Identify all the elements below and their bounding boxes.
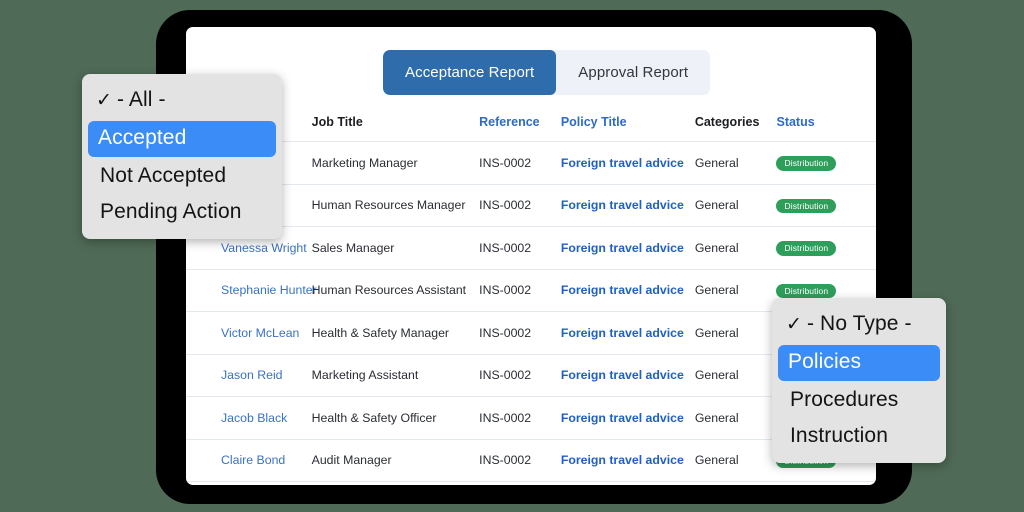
- cell-job-title: Sales Manager: [312, 227, 480, 270]
- cell-job-title: Human Resources Assistant: [312, 269, 480, 312]
- table-row: Connor ChapmanHuman Resources AssistantI…: [186, 482, 876, 486]
- cell-reference: INS-0002: [479, 184, 561, 227]
- cell-reference: INS-0002: [479, 269, 561, 312]
- column-header-policy-title[interactable]: Policy Title: [561, 109, 695, 142]
- policy-title-link[interactable]: Foreign travel advice: [561, 411, 684, 425]
- policy-title-link[interactable]: Foreign travel advice: [561, 241, 684, 255]
- cell-policy-title: Foreign travel advice: [561, 439, 695, 482]
- status-badge: Distribution: [776, 241, 836, 256]
- cell-job-title: Marketing Assistant: [312, 354, 480, 397]
- table-row: Vanessa Wright Sales ManagerINS-0002Forei…: [186, 227, 876, 270]
- cell-reference: INS-0002: [479, 354, 561, 397]
- employee-name-link[interactable]: Claire Bond: [221, 453, 285, 467]
- cell-status: Distribution: [776, 227, 876, 270]
- column-header-categories: Categories: [695, 109, 777, 142]
- cell-policy-title: Foreign travel advice: [561, 482, 695, 486]
- type-menu-item[interactable]: Procedures: [772, 383, 946, 419]
- cell-category: General: [695, 397, 777, 440]
- screenshot-stage: Acceptance Report Approval Report Name J…: [0, 0, 1024, 512]
- cell-job-title: Human Resources Assistant: [312, 482, 480, 486]
- status-menu-item-label: Pending Action: [100, 200, 242, 223]
- cell-category: General: [695, 269, 777, 312]
- employee-name-link[interactable]: Victor McLean: [221, 326, 299, 340]
- status-badge: Distribution: [776, 284, 836, 299]
- cell-reference: INS-0002: [479, 397, 561, 440]
- cell-name: Jacob Black: [186, 397, 312, 440]
- cell-name: Jason Reid: [186, 354, 312, 397]
- cell-job-title: Audit Manager: [312, 439, 480, 482]
- status-menu-item-label: Not Accepted: [100, 164, 226, 187]
- type-menu-item[interactable]: ✓- No Type -: [772, 307, 946, 343]
- policy-title-link[interactable]: Foreign travel advice: [561, 453, 684, 467]
- table-header-row: Name Job Title Reference Policy Title Ca…: [186, 109, 876, 142]
- cell-category: General: [695, 227, 777, 270]
- table-head: Name Job Title Reference Policy Title Ca…: [186, 109, 876, 142]
- cell-reference: INS-0002: [479, 142, 561, 185]
- employee-name-link[interactable]: Vanessa Wright: [221, 241, 307, 255]
- checkmark-icon: ✓: [786, 314, 802, 335]
- cell-policy-title: Foreign travel advice: [561, 269, 695, 312]
- table-row: rHuman Resources ManagerINS-0002Foreign …: [186, 184, 876, 227]
- employee-name-link[interactable]: Stephanie Hunter: [221, 283, 317, 297]
- cell-name: Connor Chapman: [186, 482, 312, 486]
- status-menu-item[interactable]: Not Accepted: [82, 159, 282, 195]
- report-tab-bar: Acceptance Report Approval Report: [383, 50, 710, 95]
- tab-acceptance-report[interactable]: Acceptance Report: [383, 50, 556, 95]
- type-menu-item-label: Instruction: [790, 424, 888, 447]
- column-header-reference[interactable]: Reference: [479, 109, 561, 142]
- type-menu-item-label: Procedures: [790, 388, 898, 411]
- cell-policy-title: Foreign travel advice: [561, 184, 695, 227]
- cell-category: General: [695, 482, 777, 486]
- column-header-job-title: Job Title: [312, 109, 480, 142]
- cell-policy-title: Foreign travel advice: [561, 397, 695, 440]
- cell-reference: INS-0002: [479, 227, 561, 270]
- cell-name: Claire Bond: [186, 439, 312, 482]
- status-badge: Distribution: [776, 156, 836, 171]
- type-filter-dropdown-menu[interactable]: ✓- No Type - Policies Procedures Instructio…: [772, 298, 946, 463]
- cell-policy-title: Foreign travel advice: [561, 312, 695, 355]
- cell-category: General: [695, 439, 777, 482]
- checkmark-icon: ✓: [96, 90, 112, 111]
- cell-policy-title: Foreign travel advice: [561, 142, 695, 185]
- cell-category: General: [695, 184, 777, 227]
- policy-title-link[interactable]: Foreign travel advice: [561, 156, 684, 170]
- cell-job-title: Health & Safety Officer: [312, 397, 480, 440]
- column-header-status[interactable]: Status: [776, 109, 876, 142]
- status-menu-item[interactable]: ✓- All -: [82, 83, 282, 119]
- cell-policy-title: Foreign travel advice: [561, 227, 695, 270]
- employee-name-link[interactable]: Jacob Black: [221, 411, 287, 425]
- status-filter-dropdown-menu[interactable]: ✓- All - Accepted Not Accepted Pending Acti…: [82, 74, 282, 239]
- policy-title-link[interactable]: Foreign travel advice: [561, 326, 684, 340]
- cell-status: Distribution: [776, 142, 876, 185]
- type-menu-item-label: Policies: [788, 350, 861, 373]
- cell-status: Distribution: [776, 482, 876, 486]
- status-menu-item-label: - All -: [117, 88, 166, 111]
- status-menu-item-label: Accepted: [98, 126, 186, 149]
- type-menu-item[interactable]: Instruction: [772, 419, 946, 455]
- policy-title-link[interactable]: Foreign travel advice: [561, 198, 684, 212]
- cell-policy-title: Foreign travel advice: [561, 354, 695, 397]
- cell-name: Victor McLean: [186, 312, 312, 355]
- type-menu-item-label: - No Type -: [807, 312, 912, 335]
- cell-category: General: [695, 354, 777, 397]
- status-menu-item[interactable]: Accepted: [88, 121, 276, 157]
- type-menu-item[interactable]: Policies: [778, 345, 940, 381]
- cell-job-title: Marketing Manager: [312, 142, 480, 185]
- cell-reference: INS-0002: [479, 482, 561, 486]
- cell-job-title: Health & Safety Manager: [312, 312, 480, 355]
- cell-category: General: [695, 312, 777, 355]
- cell-category: General: [695, 142, 777, 185]
- cell-reference: INS-0002: [479, 439, 561, 482]
- cell-reference: INS-0002: [479, 312, 561, 355]
- cell-status: Distribution: [776, 184, 876, 227]
- table-row: LangdonMarketing ManagerINS-0002Foreign …: [186, 142, 876, 185]
- employee-name-link[interactable]: Jason Reid: [221, 368, 283, 382]
- tab-approval-report[interactable]: Approval Report: [556, 50, 710, 95]
- status-badge: Distribution: [776, 199, 836, 214]
- policy-title-link[interactable]: Foreign travel advice: [561, 368, 684, 382]
- cell-job-title: Human Resources Manager: [312, 184, 480, 227]
- status-menu-item[interactable]: Pending Action: [82, 195, 282, 231]
- policy-title-link[interactable]: Foreign travel advice: [561, 283, 684, 297]
- cell-name: Stephanie Hunter: [186, 269, 312, 312]
